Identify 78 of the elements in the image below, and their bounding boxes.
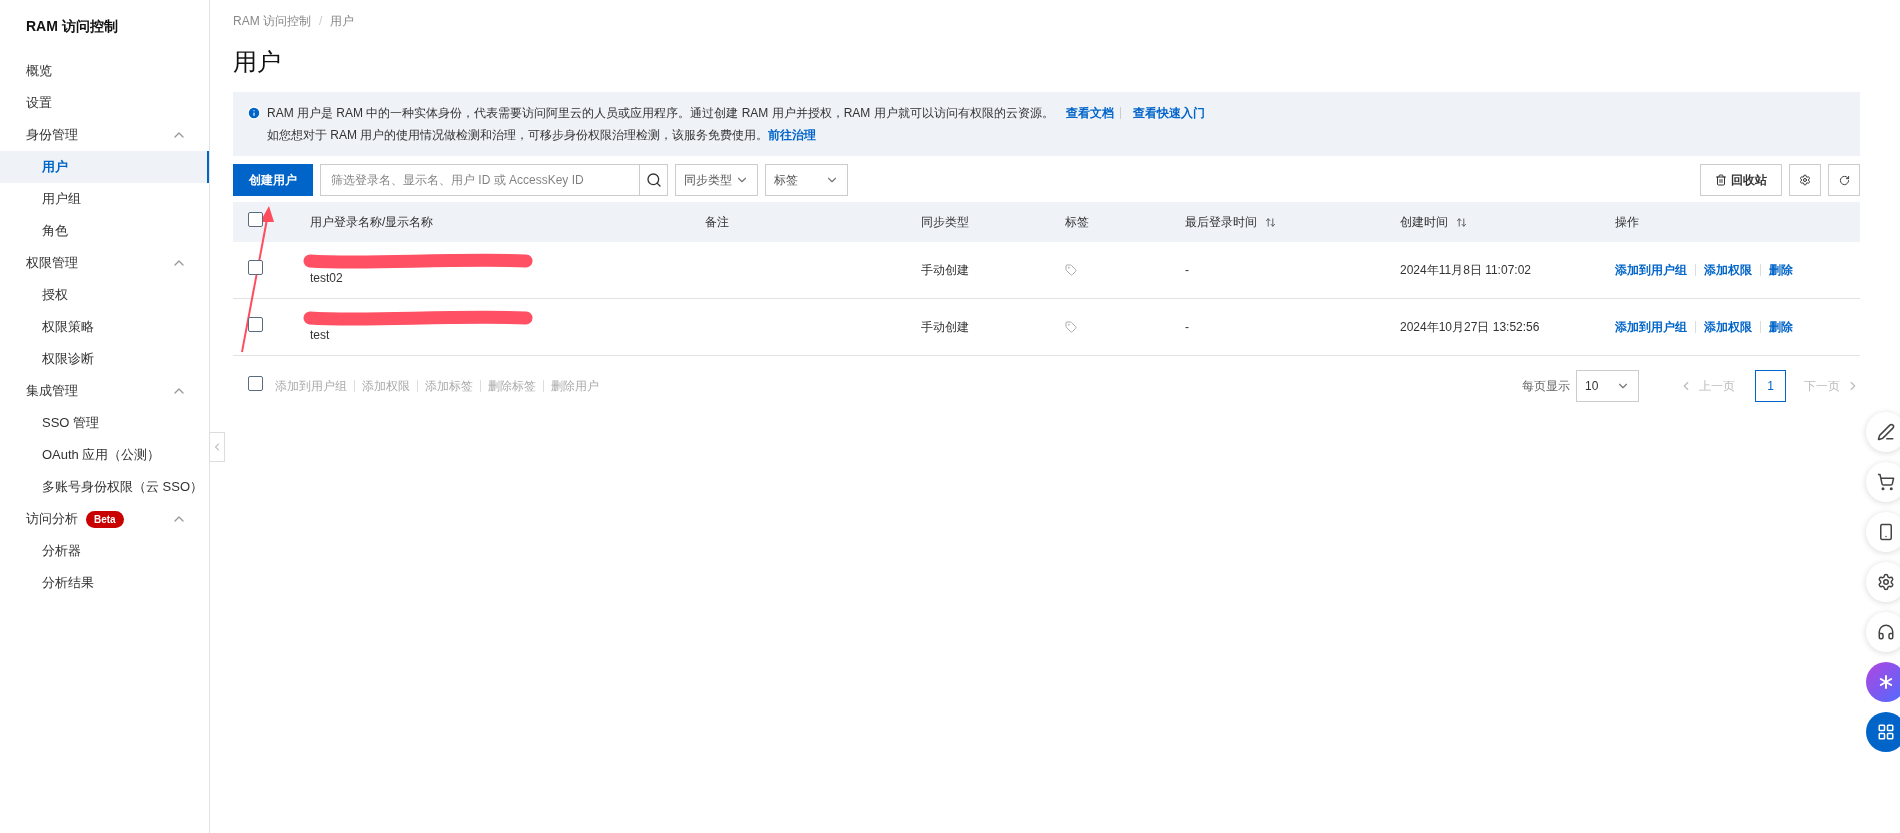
checkbox[interactable] [248,212,263,227]
table-cell-text: 2024年11月8日 11:07:02 [1400,262,1532,279]
notice-text: RAM 用户是 RAM 中的一种实体身份，代表需要访问阿里云的人员或应用程序。通过创建 RAM 用户并授权，RAM 用户就可以访问有权限的云资源。 [267,105,1054,122]
sidebar-item[interactable]: SSO 管理 [0,407,209,439]
checkbox[interactable] [248,260,263,275]
sidebar-item[interactable]: 权限诊断 [0,343,209,375]
search-field[interactable]: 筛选登录名、显示名、用户 ID 或 AccessKey ID [320,164,640,196]
notice-text: 如您想对于 RAM 用户的使用情况做检测和治理，可移步身份权限治理检测，该服务免费使用。 [267,128,769,142]
create-user-button[interactable]: 创建用户 [233,164,313,196]
apps-icon[interactable] [1866,712,1900,752]
action-link[interactable]: 删除 [1769,318,1793,336]
edit-icon[interactable] [1866,412,1900,452]
refresh-icon [1838,174,1850,186]
sidebar-item[interactable]: 权限管理 [0,247,209,279]
sidebar-item[interactable]: 访问分析 Beta [0,503,209,535]
refresh-button[interactable] [1828,164,1860,196]
sidebar-item[interactable]: 分析器 [0,535,209,567]
breadcrumb-separator: / [319,13,323,30]
sidebar-item[interactable]: 集成管理 [0,375,209,407]
sidebar-item[interactable]: 用户组 [0,183,209,215]
notice-link[interactable]: 查看快速入门 [1132,102,1205,124]
phone-icon[interactable] [1866,512,1900,552]
settings-button[interactable] [1789,164,1821,196]
page-size-label: 每页显示 [1522,378,1570,395]
action-link[interactable]: 添加到用户组 [1615,318,1687,336]
search-icon [645,172,662,188]
settings-icon [1799,174,1811,186]
filter-dropdown[interactable]: 同步类型 [675,164,758,196]
sidebar-item[interactable]: 身份管理 [0,119,209,151]
column-header: 操作 [1615,214,1639,231]
search-button[interactable] [640,164,668,196]
settings-icon[interactable] [1866,562,1900,602]
sidebar-item[interactable]: 用户 [0,151,209,183]
info-icon [247,106,261,120]
sidebar-item[interactable]: 设置 [0,87,209,119]
sidebar-item[interactable]: 授权 [0,279,209,311]
sort-icon[interactable] [1456,216,1467,228]
user-name: test02 [309,270,344,287]
headset-icon[interactable] [1866,612,1900,652]
page-size-select[interactable]: 10 [1576,370,1639,402]
column-header[interactable]: 最后登录时间 [1185,213,1257,231]
checkbox[interactable] [248,376,263,391]
breadcrumb-item[interactable]: RAM 访问控制 [233,12,311,30]
table-cell-text: 手动创建 [921,319,970,336]
action-link[interactable]: 添加权限 [1704,261,1752,279]
trash-icon [1715,174,1727,186]
sidebar-item[interactable]: 权限策略 [0,311,209,343]
sidebar-item[interactable]: 角色 [0,215,209,247]
table-cell-text: - [1185,262,1190,279]
column-header: 用户登录名称/显示名称 [310,214,434,231]
table-cell-text: 手动创建 [921,262,970,279]
action-link[interactable]: 删除 [1769,261,1793,279]
recycle-bin-button[interactable]: 回收站 [1700,164,1782,196]
column-header: 同步类型 [921,214,969,231]
filter-dropdown[interactable]: 标签 [765,164,848,196]
column-header[interactable]: 创建时间 [1400,213,1448,231]
notice-link[interactable]: 前往治理 [768,128,817,142]
table-cell-text: 2024年10月27日 13:52:56 [1400,319,1541,336]
cart-icon[interactable] [1866,462,1900,502]
user-name: test [309,327,331,344]
sidebar-item[interactable]: 多账号身份权限（云 SSO） [0,471,209,503]
sidebar-item[interactable]: 概览 [0,55,209,87]
checkbox[interactable] [248,317,263,332]
sort-icon[interactable] [1265,216,1276,228]
page-number-button[interactable]: 1 [1755,370,1786,402]
sidebar-item[interactable]: OAuth 应用（公测） [0,439,209,471]
action-link[interactable]: 添加到用户组 [1615,261,1687,279]
sidebar-item[interactable]: 分析结果 [0,567,209,599]
page-title: 用户 [233,47,282,77]
table-cell-text: - [1185,319,1190,336]
column-header: 标签 [1065,214,1089,231]
sidebar-title: RAM 访问控制 [25,17,119,36]
action-link[interactable]: 添加权限 [1704,318,1752,336]
column-header: 备注 [705,214,729,231]
breadcrumb-item: 用户 [330,13,355,30]
notice-link[interactable]: 查看文档 [1065,102,1114,124]
beta-badge: Beta [86,510,124,528]
asterisk-icon[interactable] [1866,662,1900,702]
